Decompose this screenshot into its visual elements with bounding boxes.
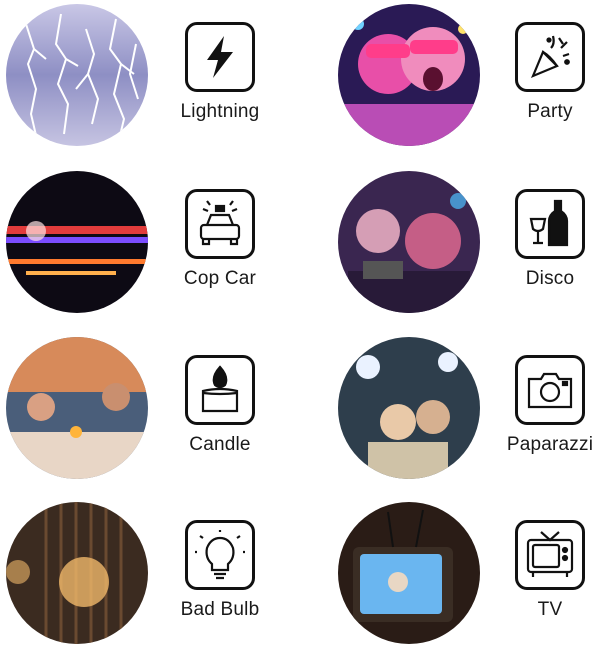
mode-label-candle: Candle xyxy=(189,434,251,455)
party-popper-icon xyxy=(515,22,585,92)
candle-photo xyxy=(6,337,148,479)
mode-label-party: Party xyxy=(527,101,573,122)
mode-label-bad-bulb: Bad Bulb xyxy=(180,599,260,620)
mode-label-tv: TV xyxy=(537,599,563,620)
mode-disco: Disco xyxy=(300,167,600,332)
mode-candle: Candle xyxy=(0,333,300,498)
mode-cop-car: Cop Car xyxy=(0,167,300,332)
mode-bad-bulb: Bad Bulb xyxy=(0,498,300,663)
mode-label-lightning: Lightning xyxy=(180,101,260,122)
mode-lightning: Lightning xyxy=(0,0,300,165)
light-bulb-icon xyxy=(185,520,255,590)
disco-photo xyxy=(338,171,480,313)
retro-tv-icon xyxy=(515,520,585,590)
lightning-photo xyxy=(6,4,148,146)
mode-label-cop-car: Cop Car xyxy=(183,268,257,289)
lightning-bolt-icon xyxy=(185,22,255,92)
mode-paparazzi: Paparazzi xyxy=(300,333,600,498)
bad-bulb-photo xyxy=(6,502,148,644)
wine-bottle-glass-icon xyxy=(515,189,585,259)
mode-party: Party xyxy=(300,0,600,165)
candle-icon xyxy=(185,355,255,425)
mode-label-paparazzi: Paparazzi xyxy=(506,434,594,455)
camera-icon xyxy=(515,355,585,425)
paparazzi-photo xyxy=(338,337,480,479)
police-car-icon xyxy=(185,189,255,259)
mode-label-disco: Disco xyxy=(525,268,575,289)
tv-photo xyxy=(338,502,480,644)
party-photo xyxy=(338,4,480,146)
mode-tv: TV xyxy=(300,498,600,663)
cop-car-photo xyxy=(6,171,148,313)
